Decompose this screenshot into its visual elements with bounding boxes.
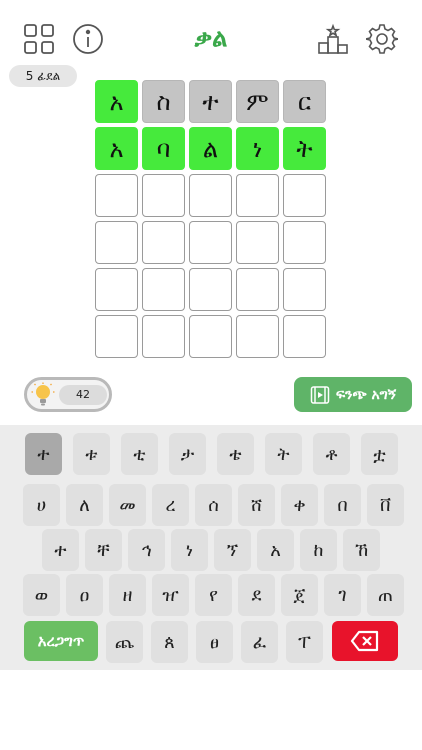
letter-tile [189,315,232,358]
get-hint-label: ፍንጭ አግኝ [335,386,397,403]
keyboard-key[interactable]: ቸ [85,529,122,571]
letter-tile: ተ [189,80,232,123]
keyboard-key[interactable]: ወ [23,574,60,616]
letter-tile [283,315,326,358]
keyboard-key[interactable]: ዘ [109,574,146,616]
keyboard-key[interactable]: የ [195,574,232,616]
letter-tile: አ [95,80,138,123]
submit-guess-button[interactable]: አረጋግጥ [24,621,98,661]
app-title: ቃል [194,24,228,52]
keyboard-key[interactable]: ቨ [367,484,404,526]
lightbulb-icon [31,382,55,405]
keyboard-key[interactable]: ታ [169,433,206,475]
letter-tile [142,174,185,217]
word-length-badge: 5 ፊደል [9,65,77,87]
keyboard-key[interactable]: አ [257,529,294,571]
board-row: አባልነት [95,127,328,170]
letter-tile [142,268,185,311]
keyboard-key[interactable]: ከ [300,529,337,571]
letter-tile [95,268,138,311]
letter-tile: ነ [236,127,279,170]
hint-button[interactable]: 42 [24,377,112,412]
letter-tile [95,174,138,217]
keyboard-key[interactable]: ሰ [195,484,232,526]
backspace-button[interactable] [332,621,398,661]
keyboard-key[interactable]: ገ [324,574,361,616]
hint-count: 42 [59,384,107,405]
keyboard-key[interactable]: ቶ [313,433,350,475]
letter-tile [189,221,232,264]
letter-tile [189,268,232,311]
keyboard-key[interactable]: ቀ [281,484,318,526]
video-play-icon [310,385,330,404]
leaderboard-podium-icon[interactable] [316,22,350,56]
keyboard-key[interactable]: ቷ [361,433,398,475]
amharic-keyboard: ተ ቱ ቲ ታ ቴ ት ቶ ቷ ሀ ለ መ ረ ሰ ሸ ቀ በ ቨ ተ ቸ ኅ ነ ኘ አ ከ ኸ ወ ዐ ዘ ዠ የ ደ ጀ ገ ጠ አረጋግጥ ጨ… [0,425,422,670]
letter-tile [283,174,326,217]
letter-tile: ል [189,127,232,170]
keyboard-key[interactable]: ቲ [121,433,158,475]
keyboard-key[interactable]: ጨ [106,621,143,663]
keyboard-key[interactable]: ጰ [151,621,188,663]
board-row [95,268,328,311]
board-row [95,174,328,217]
letter-tile: ም [236,80,279,123]
letter-tile [283,268,326,311]
keyboard-key[interactable]: ለ [66,484,103,526]
keyboard-key[interactable]: ሸ [238,484,275,526]
letter-tile [236,315,279,358]
keyboard-key[interactable]: ነ [171,529,208,571]
letter-tile [236,174,279,217]
keyboard-key[interactable]: ደ [238,574,275,616]
letter-tile: ባ [142,127,185,170]
letter-tile [95,315,138,358]
keyboard-key[interactable]: ፐ [286,621,323,663]
keyboard-key[interactable]: ሀ [23,484,60,526]
board-row [95,315,328,358]
backspace-icon [350,630,379,652]
keyboard-key[interactable]: ረ [152,484,189,526]
keyboard-key[interactable]: ኅ [128,529,165,571]
letter-tile [189,174,232,217]
keyboard-key[interactable]: ጀ [281,574,318,616]
letter-tile: ስ [142,80,185,123]
keyboard-key[interactable]: መ [109,484,146,526]
letter-tile [236,221,279,264]
keyboard-key[interactable]: ዐ [66,574,103,616]
gear-icon[interactable] [365,22,399,56]
letter-tile: ር [283,80,326,123]
keyboard-key[interactable]: ተ [42,529,79,571]
keyboard-key[interactable]: ቱ [73,433,110,475]
keyboard-key[interactable]: ተ [25,433,62,475]
letter-tile: አ [95,127,138,170]
letter-tile [236,268,279,311]
board-row [95,221,328,264]
keyboard-key[interactable]: ፀ [196,621,233,663]
get-hint-video-button[interactable]: ፍንጭ አግኝ [294,377,412,412]
board-row: አስተምር [95,80,328,123]
letter-tile [95,221,138,264]
letter-tile: ት [283,127,326,170]
keyboard-key[interactable]: ጠ [367,574,404,616]
letter-tile [142,221,185,264]
letter-tile [283,221,326,264]
keyboard-key[interactable]: ፈ [241,621,278,663]
keyboard-key[interactable]: ቴ [217,433,254,475]
keyboard-key[interactable]: ኸ [343,529,380,571]
keyboard-key[interactable]: ት [265,433,302,475]
keyboard-key[interactable]: ኘ [214,529,251,571]
letter-tile [142,315,185,358]
top-bar: ቃል [0,0,422,70]
keyboard-key[interactable]: ዠ [152,574,189,616]
keyboard-key[interactable]: በ [324,484,361,526]
guess-board: አስተምርአባልነት [95,80,328,362]
